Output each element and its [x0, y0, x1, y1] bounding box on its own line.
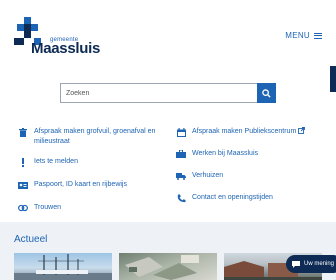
quicklink-publiekscentrum[interactable]: Afspraak maken Publiekscentrum: [176, 127, 326, 138]
calendar-icon: [176, 127, 186, 137]
menu-button[interactable]: MENU: [285, 31, 322, 40]
menu-label: MENU: [285, 31, 310, 40]
quicklink-contact[interactable]: Contact en openingstijden: [176, 193, 326, 203]
briefcase-icon: [176, 149, 186, 159]
quicklink-label: Paspoort, ID kaart en rijbewijs: [34, 181, 127, 188]
rings-icon: [18, 203, 28, 213]
feedback-label: Uw mening: [304, 261, 335, 267]
news-image-harbor[interactable]: [14, 253, 112, 280]
quicklink-label: Verhuizen: [192, 172, 224, 179]
id-card-icon: [18, 180, 28, 190]
search-input[interactable]: [60, 83, 257, 103]
quicklink-label: Werken bij Maassluis: [192, 150, 259, 157]
quicklink-paspoort[interactable]: Paspoort, ID kaart en rijbewijs: [18, 180, 168, 190]
chat-icon: [292, 260, 300, 268]
site-header: gemeente Maassluis MENU: [0, 0, 336, 68]
quicklink-label: Trouwen: [34, 204, 61, 211]
actueel-title: Actueel: [14, 234, 48, 245]
search-bar: [60, 83, 276, 103]
search-icon: [262, 88, 271, 98]
quicklink-werken[interactable]: Werken bij Maassluis: [176, 149, 326, 159]
moving-truck-icon: [176, 171, 186, 181]
quicklink-verhuizen[interactable]: Verhuizen: [176, 171, 326, 181]
quicklink-label: Iets te melden: [34, 158, 78, 165]
quicklink-label: Contact en openingstijden: [192, 194, 273, 201]
search-button[interactable]: [257, 83, 276, 103]
bin-icon: [18, 127, 28, 137]
quicklink-label: Afspraak maken Publiekscentrum: [192, 128, 297, 135]
logo-title[interactable]: Maassluis: [31, 40, 100, 57]
exclamation-icon: [18, 157, 28, 167]
quicklink-grofvuil[interactable]: Afspraak maken grofvuil, groenafval en m…: [18, 127, 158, 147]
quicklink-melden[interactable]: Iets te melden: [18, 157, 158, 167]
feedback-button[interactable]: Uw mening: [286, 255, 336, 273]
external-link-icon: [298, 127, 306, 138]
quicklink-trouwen[interactable]: Trouwen: [18, 203, 158, 213]
side-edge-tab[interactable]: [330, 66, 336, 92]
hamburger-icon: [314, 32, 322, 39]
phone-icon: [176, 193, 186, 203]
news-image-aerial[interactable]: [119, 253, 217, 280]
quicklink-label: Afspraak maken grofvuil, groenafval en m…: [34, 128, 156, 145]
